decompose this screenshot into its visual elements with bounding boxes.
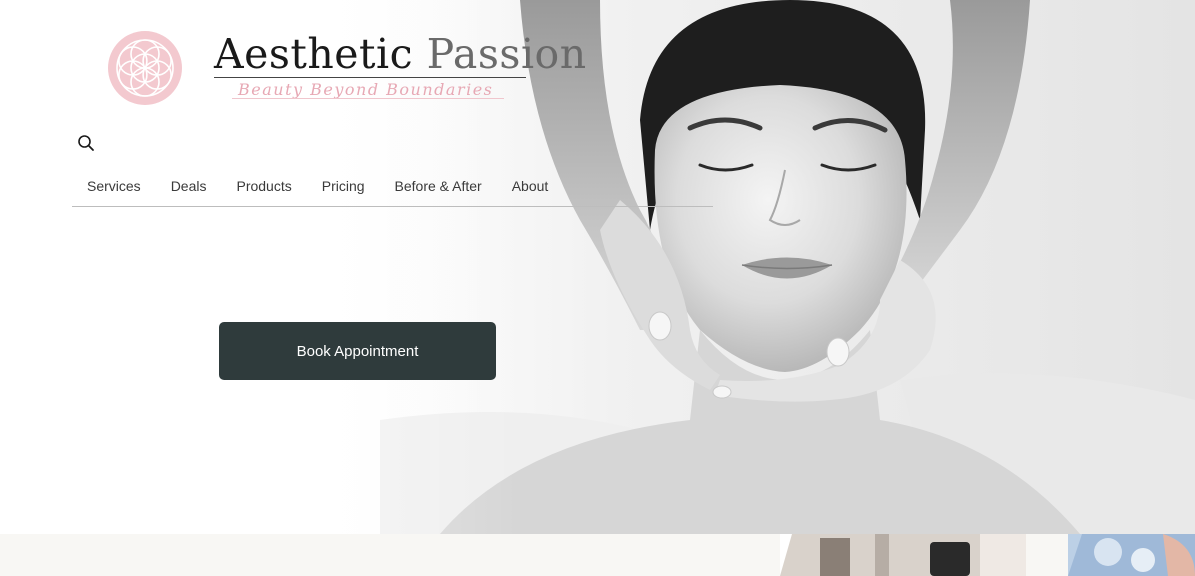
brand-tagline: Beauty Beyond Boundaries: [238, 80, 494, 99]
brand-divider: [214, 77, 526, 78]
nav-item-deals[interactable]: Deals: [156, 178, 222, 194]
nav-item-pricing[interactable]: Pricing: [307, 178, 380, 194]
book-appointment-button[interactable]: Book Appointment: [219, 322, 496, 380]
main-nav: Services Deals Products Pricing Before &…: [72, 166, 713, 207]
product-image: [780, 534, 1026, 576]
nav-item-before-after[interactable]: Before & After: [380, 178, 497, 194]
tagline-underline: [232, 98, 504, 99]
brand-name-second: Passion: [426, 30, 587, 78]
brand-name-first: Aesthetic: [214, 30, 414, 78]
flower-of-life-icon[interactable]: [107, 30, 183, 106]
treatment-image: [1068, 534, 1195, 576]
nav-item-services[interactable]: Services: [72, 178, 156, 194]
search-button[interactable]: [76, 133, 96, 153]
search-icon: [78, 135, 94, 151]
brand-name[interactable]: Aesthetic Passion: [214, 30, 587, 78]
nav-item-about[interactable]: About: [497, 178, 564, 194]
nav-item-products[interactable]: Products: [221, 178, 306, 194]
next-section: [0, 534, 1195, 576]
